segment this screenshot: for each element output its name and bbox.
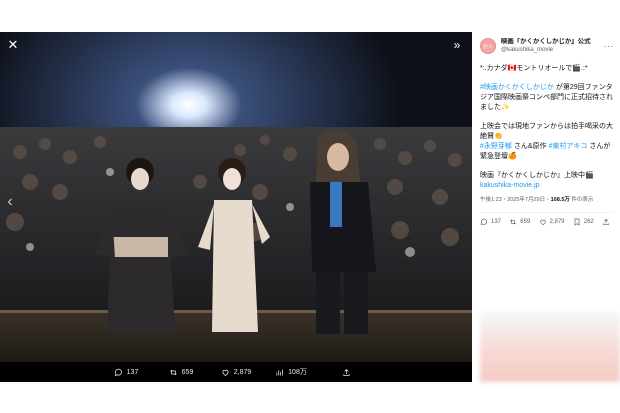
reply-stat[interactable]: 137 [480,218,501,226]
like-stat[interactable]: 2,879 [539,218,565,226]
timestamp[interactable]: 午後1:23・2025年7月29日・ [480,197,551,203]
event-photo [0,32,472,362]
media-viewer: ✕ » ‹ 137 659 2,879 108万 [0,32,472,382]
tweet-stats-bar: 137 659 2,879 262 [480,213,614,231]
text-span: さん&原作 [511,143,549,150]
repost-count: 659 [181,368,194,376]
author-info: 映画『かくかくしかじか』公式 @kakushika_movie [501,38,604,54]
blurred-overlay [480,312,620,382]
like-count: 2,879 [233,368,252,376]
tweet-meta: 午後1:23・2025年7月29日・108.5万 件の表示 [480,196,614,204]
repost-icon [169,369,177,375]
bookmark-stat[interactable]: 262 [573,218,594,226]
text-span: 上映会では現地ファンからは拍手喝采の大絶賛👏 [480,123,613,140]
tweet-paragraph-4: 映画『かくかくしかじか』上映中🎬 kakushika-movie.jp [480,171,614,191]
repost-stat[interactable]: 659 [509,218,530,226]
tweet-paragraph-2: #映画かくかくしかじか が第29回ファンタジア国際映画祭コンペ部門に正式招待され… [480,83,614,113]
tweet-header: かく 映画『かくかくしかじか』公式 @kakushika_movie ··· [480,36,614,56]
view-count: 108.5万 [550,197,570,203]
avatar[interactable]: かく [480,38,496,54]
display-name[interactable]: 映画『かくかくしかじか』公式 [501,38,604,46]
text-span: 映画『かくかくしかじか』上映中🎬 [480,172,594,179]
user-handle[interactable]: @kakushika_movie [501,46,604,54]
repost-button[interactable]: 659 [154,368,209,377]
reply-icon [480,218,487,226]
hashtag-link[interactable]: #東村アキコ [548,143,587,150]
share-button[interactable] [319,368,374,377]
close-button[interactable]: ✕ [4,36,22,54]
repost-count: 659 [520,219,531,225]
share-icon [343,368,349,376]
reply-count: 137 [126,368,139,376]
tweet-line-1: *:.カナダ🇨🇦モントリオールで🎬.:* [480,65,588,72]
reply-icon [114,368,122,376]
hashtag-link[interactable]: #永野芽郁 [480,143,512,150]
views-button[interactable]: 108万 [264,367,319,377]
like-count: 2,879 [549,219,565,225]
share-icon [603,218,609,225]
media-action-bar: 137 659 2,879 108万 [0,362,472,382]
tweet-body: *:.カナダ🇨🇦モントリオールで🎬.:* #映画かくかくしかじか が第29回ファ… [480,64,614,191]
analytics-icon [276,369,284,375]
like-button[interactable]: 2,879 [209,368,264,377]
bookmark-icon [574,218,580,226]
website-link[interactable]: kakushika-movie.jp [480,182,540,189]
repost-icon [510,219,517,225]
chevron-left-icon[interactable]: ‹ [2,190,18,214]
reply-count: 137 [491,219,502,225]
share-stat[interactable] [602,218,610,226]
view-label: 件の表示 [569,197,594,203]
heart-icon [539,219,546,226]
reply-button[interactable]: 137 [99,368,154,377]
more-options-icon[interactable]: ··· [604,41,615,51]
expand-button[interactable]: » [448,36,466,54]
hashtag-link[interactable]: #映画かくかくしかじか [480,84,554,91]
heart-icon [222,369,229,376]
tweet-paragraph-3: 上映会では現地ファンからは拍手喝采の大絶賛👏 #永野芽郁 さん&原作 #東村アキ… [480,122,614,162]
views-count: 108万 [288,369,307,376]
bookmark-count: 262 [583,219,594,225]
